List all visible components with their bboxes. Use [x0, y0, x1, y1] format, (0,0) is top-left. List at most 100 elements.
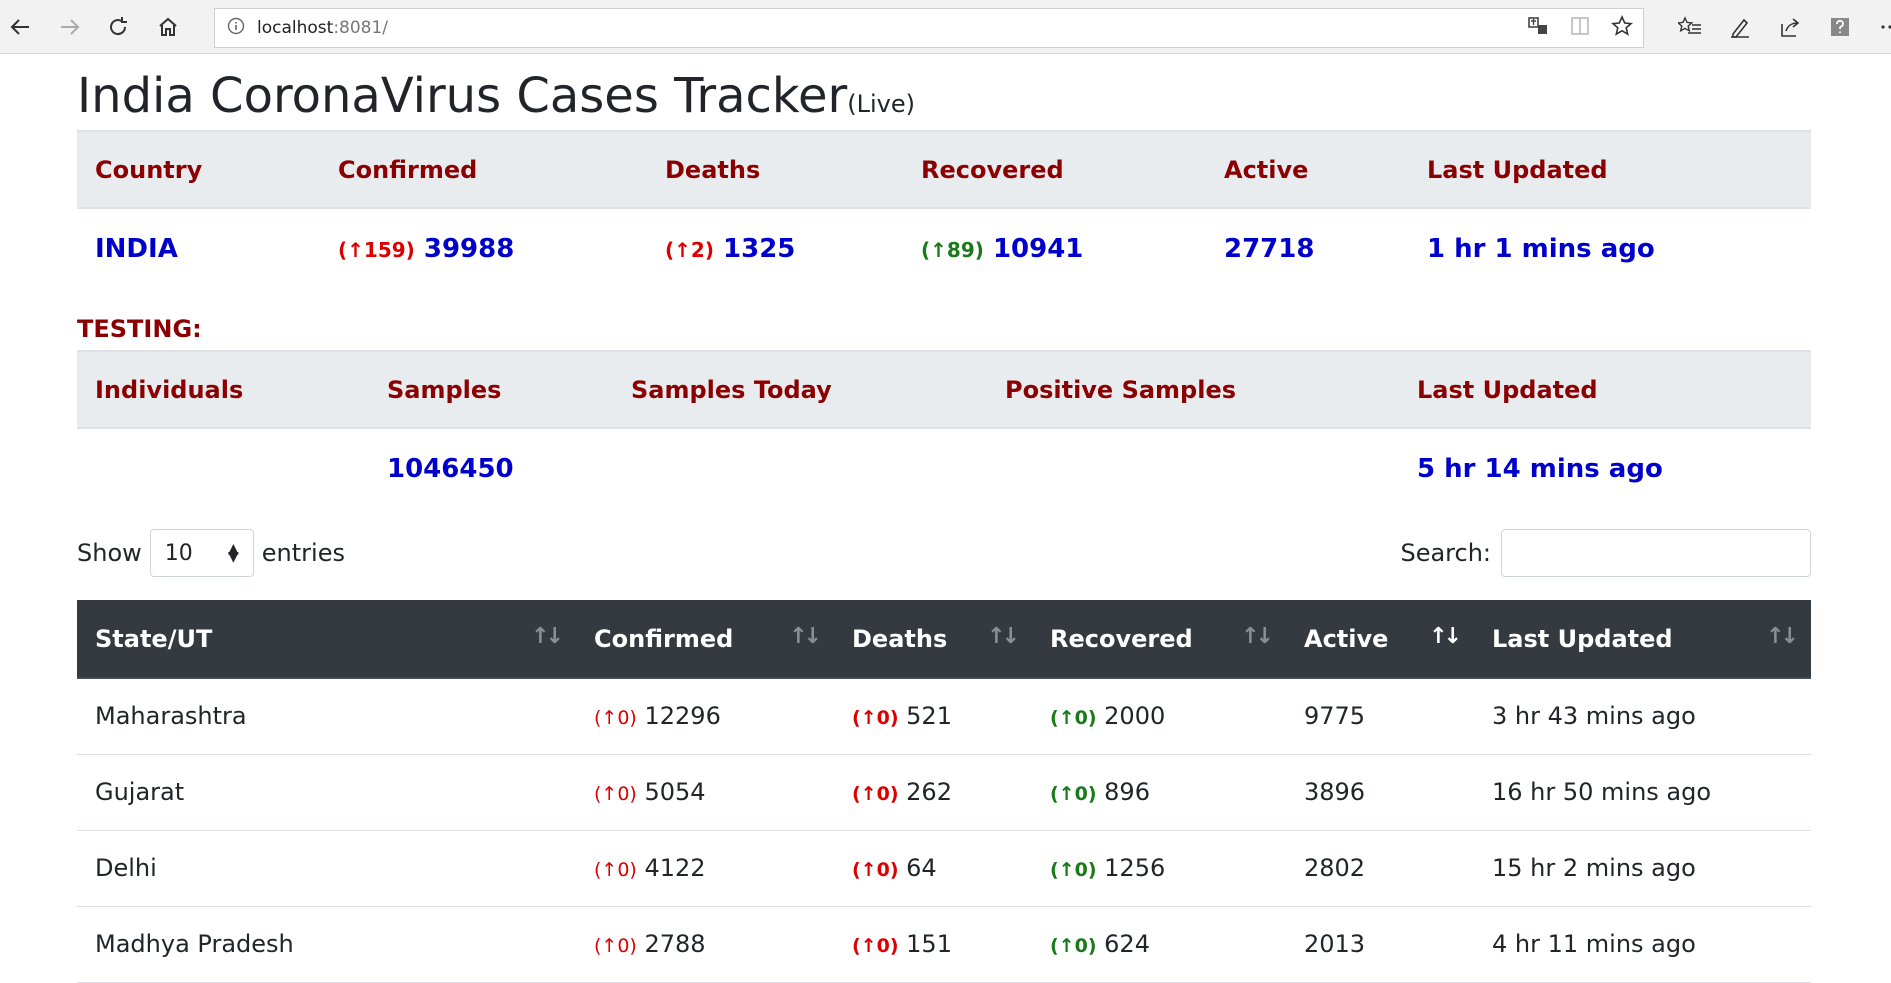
last-updated-value: 3 hr 43 mins ago [1474, 678, 1811, 755]
sort-desc-icon: ↑↓ [1429, 624, 1462, 649]
active-value: 9775 [1286, 678, 1474, 755]
refresh-icon[interactable] [100, 8, 136, 46]
browser-toolbar: localhost:8081/ [0, 0, 1891, 54]
recovered-delta: (↑0) [1050, 707, 1097, 730]
page-content: India CoronaVirus Cases Tracker(Live) Co… [77, 54, 1811, 983]
recovered-cell: (↑0) 1256 [1032, 830, 1286, 907]
entries-label: entries [261, 539, 345, 567]
recovered-cell: (↑0) 2000 [1032, 678, 1286, 755]
summary-confirmed-cell: (↑159) 39988 [320, 208, 647, 288]
column-header-last-updated-label: Last Updated [1492, 624, 1673, 653]
recovered-delta: (↑0) [1050, 935, 1097, 957]
confirmed-value: 4122 [644, 854, 706, 882]
testing-last-updated: 5 hr 14 mins ago [1417, 453, 1663, 484]
active-value: 2013 [1286, 906, 1474, 983]
deaths-cell: (↑0) 521 [834, 678, 1032, 755]
table-row[interactable]: Gujarat (↑0) 5054 (↑0) 262 (↑0) 896 3896… [77, 754, 1811, 831]
url-text[interactable]: localhost:8081/ [257, 18, 388, 38]
column-header-confirmed-label: Confirmed [594, 624, 734, 653]
entries-length-control: Show 10 ▲ ▼ entries [77, 528, 345, 578]
search-control: Search: [1400, 528, 1811, 578]
state-name: Gujarat [77, 754, 576, 831]
deaths-cell: (↑0) 262 [834, 754, 1032, 831]
favorites-hub-icon[interactable] [1672, 8, 1708, 46]
deaths-cell: (↑0) 64 [834, 830, 1032, 907]
state-name: Delhi [77, 830, 576, 907]
column-header-active-label: Active [1304, 624, 1389, 653]
testing-label: TESTING: [77, 315, 202, 343]
testing-header-individuals: Individuals [77, 350, 369, 429]
deaths-delta: (↑0) [852, 859, 899, 881]
sort-icon: ↑↓ [987, 624, 1020, 649]
url-port: :8081/ [333, 18, 389, 38]
summary-recovered-cell: (↑89) 10941 [903, 208, 1206, 288]
states-table: State/UT ↑↓ Confirmed ↑↓ Deaths ↑↓ Recovere… [77, 600, 1811, 983]
address-bar[interactable]: localhost:8081/ [214, 8, 1644, 48]
testing-individuals [77, 428, 369, 508]
share-icon[interactable] [1772, 8, 1808, 46]
confirmed-cell: (↑0) 2788 [576, 906, 834, 983]
table-row[interactable]: Maharashtra (↑0) 12296 (↑0) 521 (↑0) 200… [77, 678, 1811, 755]
sort-icon: ↑↓ [531, 624, 564, 649]
confirmed-value: 39988 [423, 233, 515, 264]
column-header-confirmed[interactable]: Confirmed ↑↓ [576, 600, 834, 679]
forward-icon[interactable] [52, 8, 88, 46]
recovered-value: 1256 [1104, 854, 1166, 882]
recovered-value: 896 [1104, 778, 1150, 806]
testing-header-samples-today: Samples Today [613, 350, 987, 429]
entries-select[interactable]: 10 ▲ ▼ [149, 529, 254, 577]
column-header-deaths[interactable]: Deaths ↑↓ [834, 600, 1032, 679]
deaths-value: 64 [906, 854, 937, 882]
search-input[interactable] [1501, 529, 1811, 577]
confirmed-delta: (↑0) [594, 935, 637, 957]
active-value: 3896 [1286, 754, 1474, 831]
table-row[interactable]: Madhya Pradesh (↑0) 2788 (↑0) 151 (↑0) 6… [77, 906, 1811, 983]
state-name: Madhya Pradesh [77, 906, 576, 983]
summary-active: 27718 [1224, 233, 1315, 264]
testing-samples: 1046450 [387, 453, 514, 484]
testing-samples-today [613, 428, 987, 508]
last-updated-value: 16 hr 50 mins ago [1474, 754, 1811, 831]
testing-row: 1046450 5 hr 14 mins ago [77, 428, 1811, 508]
confirmed-value: 5054 [644, 778, 706, 806]
confirmed-value: 12296 [644, 702, 721, 731]
summary-header-confirmed: Confirmed [320, 130, 647, 209]
favorite-star-icon[interactable] [1611, 15, 1633, 41]
testing-header-last-updated: Last Updated [1399, 350, 1811, 429]
table-row[interactable]: Delhi (↑0) 4122 (↑0) 64 (↑0) 1256 2802 1… [77, 830, 1811, 907]
deaths-value: 1325 [723, 233, 796, 264]
live-badge: (Live) [847, 90, 915, 118]
last-updated-value: 15 hr 2 mins ago [1474, 830, 1811, 907]
pen-icon[interactable] [1722, 8, 1758, 46]
column-header-last-updated[interactable]: Last Updated ↑↓ [1474, 600, 1811, 679]
info-icon[interactable] [227, 17, 245, 39]
summary-last-updated: 1 hr 1 mins ago [1427, 233, 1655, 264]
recovered-value: 10941 [992, 233, 1084, 264]
home-icon[interactable] [150, 8, 186, 46]
column-header-deaths-label: Deaths [852, 624, 948, 653]
column-header-active[interactable]: Active ↑↓ [1286, 600, 1474, 679]
deaths-delta: (↑0) [852, 783, 899, 805]
more-icon[interactable] [1872, 8, 1891, 46]
column-header-recovered[interactable]: Recovered ↑↓ [1032, 600, 1286, 679]
reading-view-icon[interactable] [1569, 15, 1591, 41]
help-icon[interactable] [1822, 8, 1858, 46]
recovered-delta: (↑0) [1050, 783, 1097, 805]
summary-deaths-cell: (↑2) 1325 [647, 208, 903, 288]
confirmed-cell: (↑0) 4122 [576, 830, 834, 907]
url-host: localhost [257, 18, 334, 38]
summary-header-active: Active [1206, 130, 1409, 209]
search-label: Search: [1400, 539, 1491, 567]
summary-row: INDIA (↑159) 39988 (↑2) 1325 (↑89) 10941… [77, 208, 1811, 288]
confirmed-delta: (↑0) [594, 707, 637, 730]
summary-header-recovered: Recovered [903, 130, 1206, 209]
recovered-value: 2000 [1104, 702, 1166, 731]
column-header-state[interactable]: State/UT ↑↓ [77, 600, 576, 679]
confirmed-delta: (↑159) [338, 237, 415, 262]
translate-icon[interactable] [1527, 15, 1549, 41]
back-icon[interactable] [2, 8, 38, 46]
confirmed-delta: (↑0) [594, 859, 637, 881]
state-name: Maharashtra [77, 678, 576, 755]
column-header-state-label: State/UT [95, 624, 213, 653]
table-controls: Show 10 ▲ ▼ entries Search: [77, 528, 1811, 600]
